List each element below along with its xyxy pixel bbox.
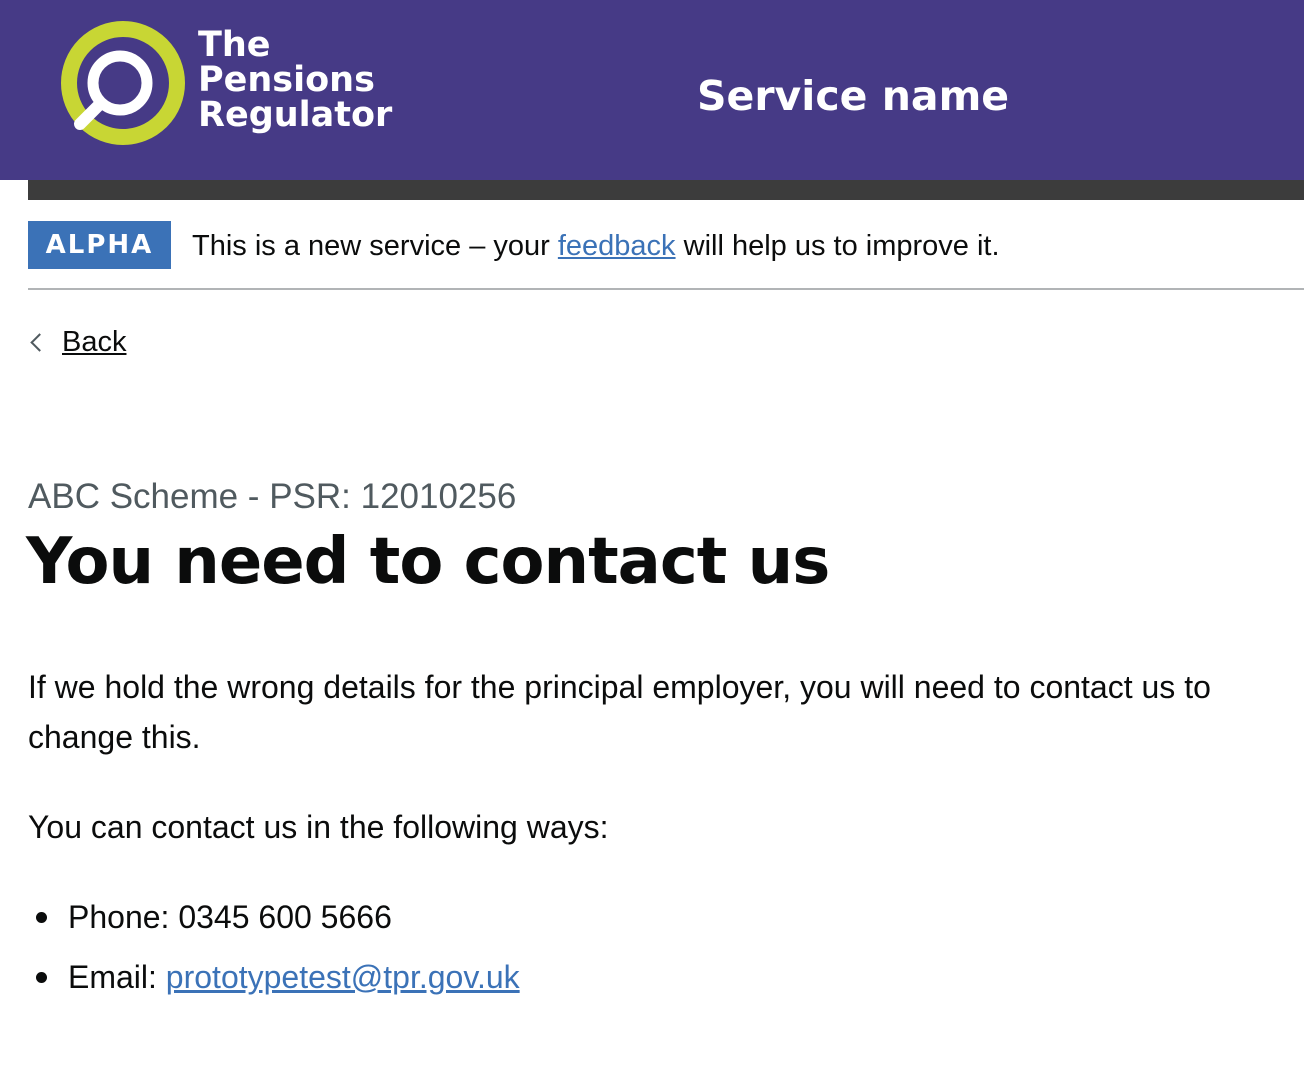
logo-line-regulator: Regulator [198,95,393,135]
site-header: The Pensions Regulator Service name [0,0,1304,180]
back-link[interactable]: Back [28,322,126,362]
phase-banner: ALPHA This is a new service – your feedb… [28,200,1304,290]
logo-line-pensions: Pensions [198,60,375,100]
phase-banner-text: This is a new service – your feedback wi… [192,226,1000,266]
phase-text-after: will help us to improve it. [675,230,1000,262]
logo-wordmark: The Pensions Regulator [198,28,392,133]
contact-methods-list: Phone: 0345 600 5666 Email: prototypetes… [28,892,520,1012]
header-divider-stripe [28,180,1304,200]
phone-label: Phone: [68,899,179,935]
logo-line-the: The [198,25,271,65]
bullet-icon [36,912,47,923]
alpha-tag: ALPHA [28,221,171,269]
scheme-caption: ABC Scheme - PSR: 12010256 [28,477,517,516]
chevron-left-icon [30,332,49,352]
phone-number: 0345 600 5666 [178,899,392,935]
list-item-email: Email: prototypetest@tpr.gov.uk [28,952,520,1002]
page-title: You need to contact us [26,525,830,599]
bullet-icon [36,972,47,983]
phase-text-before: This is a new service – your [192,230,558,262]
back-link-label: Back [62,326,127,358]
email-label: Email: [68,959,166,995]
magnifier-logo-icon [61,21,185,145]
contact-ways-paragraph: You can contact us in the following ways… [28,809,609,845]
pensions-regulator-logo[interactable]: The Pensions Regulator [60,20,420,150]
list-item-phone: Phone: 0345 600 5666 [28,892,520,942]
feedback-link[interactable]: feedback [558,230,676,262]
wrong-details-paragraph: If we hold the wrong details for the pri… [28,669,1211,755]
service-name[interactable]: Service name [697,70,1009,122]
email-link[interactable]: prototypetest@tpr.gov.uk [166,959,520,995]
